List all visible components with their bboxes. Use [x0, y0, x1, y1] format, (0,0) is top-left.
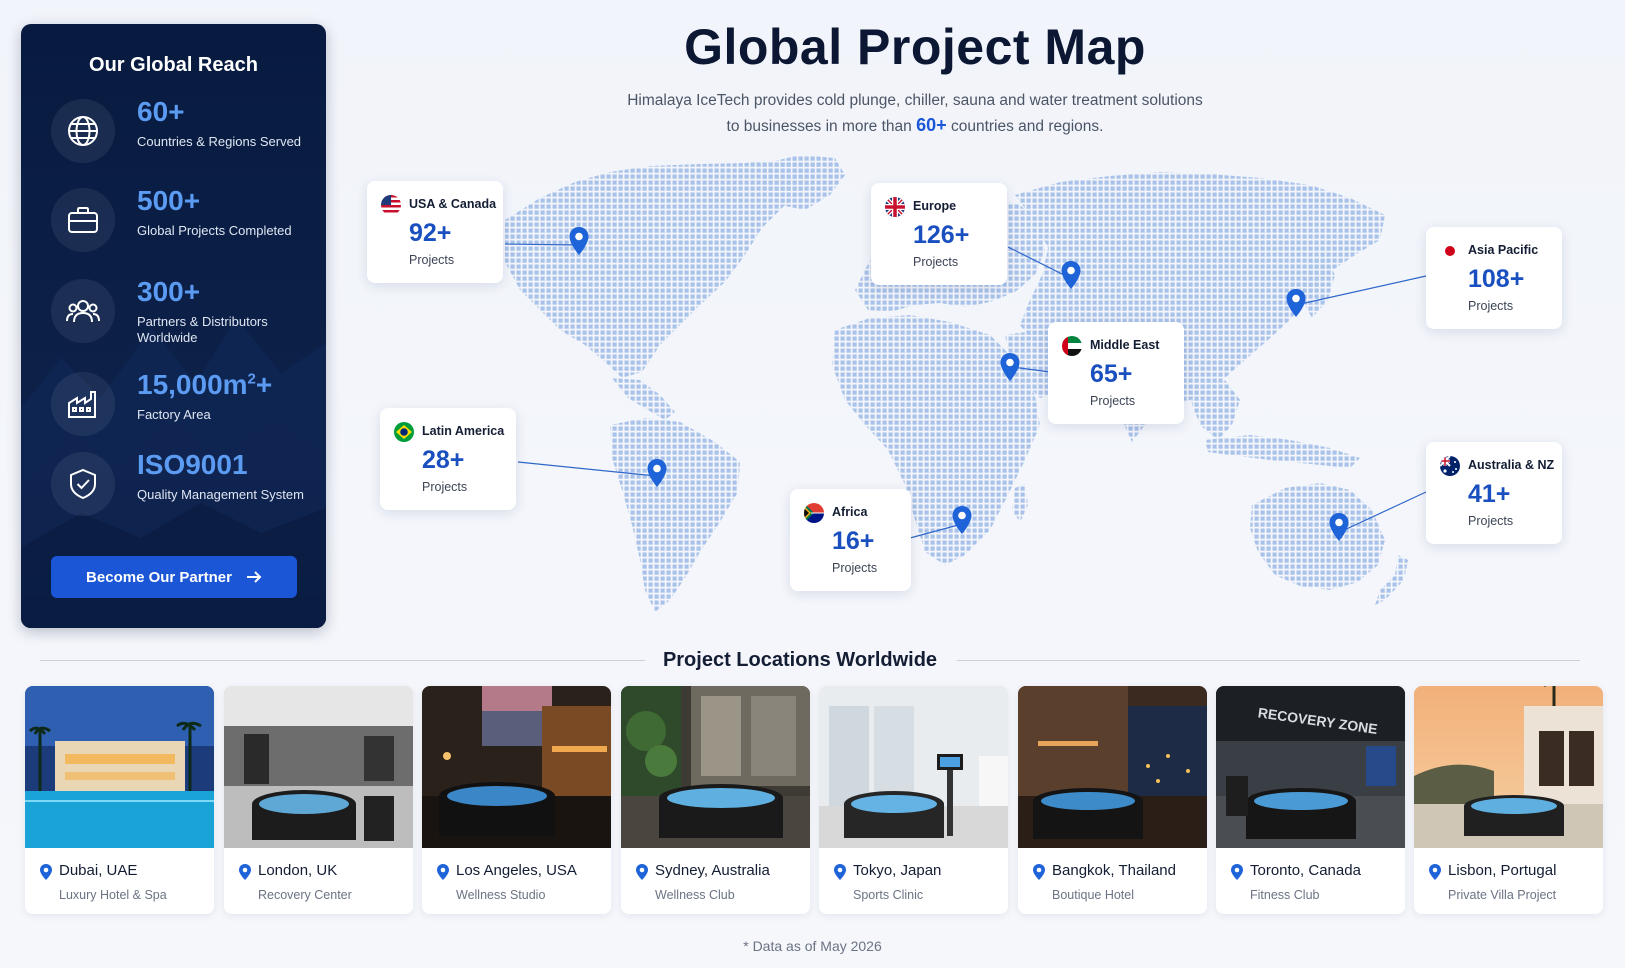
section-title: Project Locations Worldwide: [662, 649, 938, 671]
region-name: Asia Pacific: [1468, 243, 1539, 257]
region-name: Europe: [913, 199, 957, 213]
region-unit: Projects: [422, 480, 468, 494]
project-photo: RECOVERY ZONE: [1216, 686, 1405, 848]
section-divider: [40, 660, 645, 661]
location-pin-icon: [40, 864, 52, 880]
location-city: Toronto, Canada: [1250, 862, 1361, 879]
region-unit: Projects: [1468, 514, 1514, 528]
region-card-africa[interactable]: Africa 16+ Projects: [790, 489, 911, 591]
location-city: London, UK: [258, 862, 338, 879]
location-type: Fitness Club: [1250, 888, 1320, 902]
location-type: Recovery Center: [258, 888, 352, 902]
project-photo: [224, 686, 413, 848]
region-value: 41+: [1468, 480, 1511, 508]
location-type: Wellness Club: [655, 888, 735, 902]
australia-flag-icon: [1440, 456, 1460, 476]
location-card-dubai[interactable]: Dubai, UAE Luxury Hotel & Spa: [25, 686, 214, 914]
region-unit: Projects: [1090, 394, 1136, 408]
location-card-bangkok[interactable]: Bangkok, Thailand Boutique Hotel: [1018, 686, 1207, 914]
continent-central-america: [612, 378, 675, 420]
location-pin-icon: [1033, 864, 1045, 880]
region-unit: Projects: [1468, 299, 1514, 313]
location-city: Bangkok, Thailand: [1052, 862, 1176, 879]
region-value: 92+: [409, 219, 452, 247]
location-pin-icon: [636, 864, 648, 880]
region-name: Africa: [832, 505, 868, 519]
region-value: 108+: [1468, 265, 1525, 293]
region-card-middle-east[interactable]: Middle East 65+ Projects: [1048, 322, 1184, 424]
location-city: Tokyo, Japan: [853, 862, 942, 879]
region-southeast-asia: [1190, 380, 1240, 440]
location-type: Sports Clinic: [853, 888, 924, 902]
map-pin-icon[interactable]: [1060, 260, 1082, 290]
map-pin-icon[interactable]: [1285, 288, 1307, 318]
south-africa-flag-icon: [804, 503, 824, 523]
map-pin-icon[interactable]: [999, 352, 1021, 382]
uk-flag-icon: [885, 197, 905, 217]
map-pin-icon[interactable]: [568, 226, 590, 256]
location-pin-icon: [437, 864, 449, 880]
islands-indonesia: [1205, 435, 1360, 468]
location-city: Sydney, Australia: [655, 862, 770, 879]
location-card-sydney[interactable]: Sydney, Australia Wellness Club: [621, 686, 810, 914]
location-city: Lisbon, Portugal: [1448, 862, 1557, 879]
region-card-europe[interactable]: Europe 126+ Projects: [871, 183, 1007, 285]
location-type: Boutique Hotel: [1052, 888, 1135, 902]
location-type: Wellness Studio: [456, 888, 546, 902]
map-pin-icon[interactable]: [1328, 512, 1350, 542]
footnote: * Data as of May 2026: [743, 938, 882, 954]
project-photo: [621, 686, 810, 848]
map-pin-icon[interactable]: [646, 458, 668, 488]
location-city: Los Angeles, USA: [456, 862, 577, 879]
region-value: 16+: [832, 527, 875, 555]
location-pin-icon: [239, 864, 251, 880]
location-card-tokyo[interactable]: Tokyo, Japan Sports Clinic: [819, 686, 1008, 914]
location-card-toronto[interactable]: RECOVERY ZONE Toronto, Canada Fitness Cl…: [1216, 686, 1405, 914]
island-madagascar: [1012, 484, 1028, 522]
islands-new-zealand: [1375, 555, 1408, 605]
location-card-los-angeles[interactable]: Los Angeles, USA Wellness Studio: [422, 686, 611, 914]
project-photo: [25, 686, 214, 848]
location-pin-icon: [1231, 864, 1243, 880]
brazil-flag-icon: [394, 422, 414, 442]
region-card-usa-canada[interactable]: USA & Canada 92+ Projects: [367, 181, 503, 283]
location-card-london[interactable]: London, UK Recovery Center: [224, 686, 413, 914]
region-value: 28+: [422, 446, 465, 474]
project-photo: [422, 686, 611, 848]
region-unit: Projects: [409, 253, 455, 267]
region-unit: Projects: [832, 561, 878, 575]
region-card-latin-america[interactable]: Latin America 28+ Projects: [380, 408, 516, 510]
region-value: 126+: [913, 221, 970, 249]
section-divider: [957, 660, 1580, 661]
map-pin-icon[interactable]: [951, 505, 973, 535]
location-pin-icon: [1429, 864, 1441, 880]
uae-flag-icon: [1062, 336, 1082, 356]
location-city: Dubai, UAE: [59, 862, 138, 879]
region-name: USA & Canada: [409, 197, 497, 211]
us-flag-icon: [381, 195, 401, 215]
location-type: Luxury Hotel & Spa: [59, 888, 167, 902]
continent-south-america: [610, 418, 740, 612]
region-name: Middle East: [1090, 338, 1160, 352]
region-name: Australia & NZ: [1468, 458, 1555, 472]
region-name: Latin America: [422, 424, 505, 438]
region-card-asia-pacific[interactable]: Asia Pacific 108+ Projects: [1426, 227, 1562, 329]
location-pin-icon: [834, 864, 846, 880]
region-unit: Projects: [913, 255, 959, 269]
location-type: Private Villa Project: [1448, 888, 1557, 902]
region-card-australia-nz[interactable]: Australia & NZ 41+ Projects: [1426, 442, 1562, 544]
project-photo: [1414, 686, 1603, 848]
location-card-lisbon[interactable]: Lisbon, Portugal Private Villa Project: [1414, 686, 1603, 914]
continent-australia: [1250, 483, 1385, 590]
japan-flag-icon: [1440, 241, 1460, 261]
project-photo: [819, 686, 1008, 848]
project-photo: [1018, 686, 1207, 848]
region-value: 65+: [1090, 360, 1133, 388]
